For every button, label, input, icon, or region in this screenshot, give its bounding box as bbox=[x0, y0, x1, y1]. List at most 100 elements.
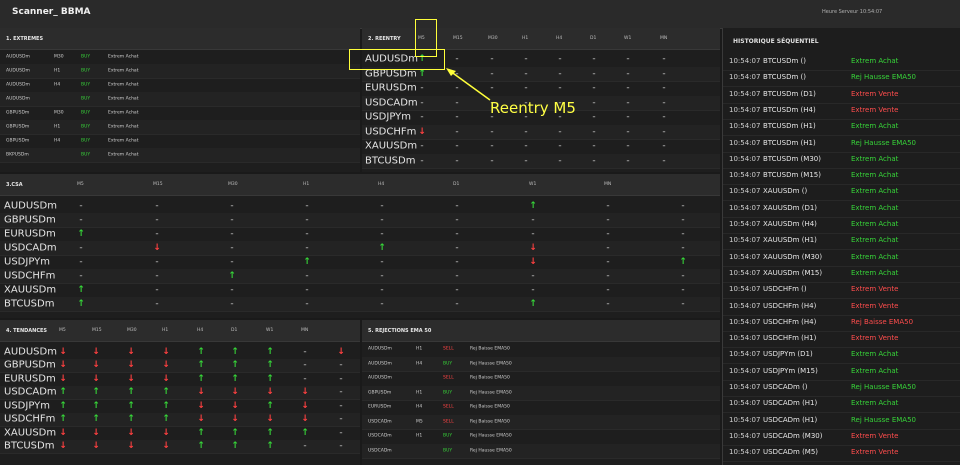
rejections-row[interactable]: GBPUSDm H1 BUY Rej Hausse EMA50 bbox=[362, 385, 720, 401]
dash-icon: - bbox=[420, 83, 424, 94]
tendances-row[interactable]: USDCADm ↑ ↑ ↑ ↑ ↓ ↓ ↓ ↓ - bbox=[0, 385, 360, 400]
tendances-row[interactable]: BTCUSDm ↓ ↓ ↓ ↓ ↑ ↑ ↑ - - bbox=[0, 439, 360, 454]
rejections-row[interactable]: AUDUSDm H4 BUY Rej Hausse EMA50 bbox=[362, 356, 720, 372]
extremes-row[interactable]: AUDUSDm H4 BUY Extrem Achat bbox=[0, 78, 360, 93]
column-header-h1: H1 bbox=[162, 328, 169, 333]
history-row[interactable]: 10:54:07 USDCADm () Rej Hausse EMA50 bbox=[723, 380, 960, 397]
history-symbol: BTCUSDm (M15) bbox=[763, 171, 821, 180]
extremes-direction: BUY bbox=[81, 82, 91, 88]
arrow-up-icon: ↑ bbox=[228, 271, 236, 281]
history-symbol: USDJPYm (M15) bbox=[763, 366, 818, 375]
csa-row[interactable]: USDCHFm - - ↑ - - - - - - bbox=[0, 269, 720, 284]
rejections-timeframe: H1 bbox=[416, 390, 423, 396]
history-row[interactable]: 10:54:07 XAUUSDm (M30) Extrem Achat bbox=[723, 250, 960, 267]
history-row[interactable]: 10:54:07 USDCADm (M5) Extrem Vente bbox=[723, 445, 960, 463]
history-row[interactable]: 10:54:07 XAUUSDm (H4) Extrem Achat bbox=[723, 217, 960, 234]
tendances-row[interactable]: EURUSDm ↓ ↓ ↓ ↓ ↑ ↑ ↑ - - bbox=[0, 372, 360, 387]
history-row[interactable]: 10:54:07 USDCHFm () Extrem Vente bbox=[723, 282, 960, 300]
arrow-up-icon: ↑ bbox=[197, 346, 205, 357]
dash-icon: - bbox=[339, 441, 343, 452]
tendances-row[interactable]: XAUUSDm ↓ ↓ ↓ ↓ ↑ ↑ ↑ ↑ - bbox=[0, 426, 360, 441]
history-row[interactable]: 10:54:07 BTCUSDm (H1) Rej Hausse EMA50 bbox=[723, 136, 960, 153]
dash-icon: - bbox=[155, 299, 159, 309]
dash-icon: - bbox=[606, 271, 610, 281]
extremes-row[interactable]: GBPUSDm H1 BUY Extrem Achat bbox=[0, 120, 360, 135]
tendances-row[interactable]: USDCHFm ↑ ↑ ↑ ↑ ↓ ↓ ↓ ↓ - bbox=[0, 412, 360, 427]
csa-row[interactable]: AUDUSDm - - - - - - ↑ - - bbox=[0, 199, 720, 214]
extremes-row[interactable]: AUDUSDm M30 BUY Extrem Achat bbox=[0, 50, 360, 65]
dash-icon: - bbox=[558, 68, 562, 79]
reentry-row[interactable]: BTCUSDm - - - - - - - - bbox=[362, 153, 720, 169]
arrow-down-icon: ↓ bbox=[127, 360, 135, 371]
tendances-symbol: EURUSDm bbox=[4, 373, 56, 385]
history-row[interactable]: 10:54:07 BTCUSDm (H4) Extrem Vente bbox=[723, 103, 960, 120]
rejections-timeframe: H4 bbox=[416, 404, 423, 410]
history-row[interactable]: 10:54:07 XAUUSDm (H1) Extrem Achat bbox=[723, 233, 960, 251]
history-symbol: USDJPYm (D1) bbox=[763, 350, 813, 359]
history-row[interactable]: 10:54:07 USDCADm (H1) Rej Hausse EMA50 bbox=[723, 413, 960, 430]
extremes-row[interactable]: AUDUSDm BUY Extrem Achat bbox=[0, 92, 360, 107]
csa-symbol: USDJPYm bbox=[4, 256, 50, 268]
extremes-row[interactable]: GBPUSDm H4 BUY Extrem Achat bbox=[0, 134, 360, 149]
tendances-row[interactable]: USDJPYm ↑ ↑ ↑ ↑ ↓ ↓ ↑ ↓ - bbox=[0, 399, 360, 414]
rejections-row[interactable]: USDCADm M5 SELL Rej Baisse EMA50 bbox=[362, 414, 720, 430]
csa-row[interactable]: XAUUSDm ↑ - - - - - - - - bbox=[0, 283, 720, 298]
extremes-row[interactable]: BKPUSDm BUY Extrem Achat bbox=[0, 148, 360, 163]
history-row[interactable]: 10:54:07 BTCUSDm (M30) Extrem Achat bbox=[723, 152, 960, 169]
tendances-symbol: USDCADm bbox=[4, 386, 57, 398]
dash-icon: - bbox=[79, 215, 83, 225]
csa-row[interactable]: GBPUSDm - - - - - - - - - bbox=[0, 213, 720, 228]
column-header-w1: W1 bbox=[529, 182, 537, 187]
rejections-row[interactable]: USDCADm H1 BUY Rej Hausse EMA50 bbox=[362, 429, 720, 445]
extremes-direction: BUY bbox=[81, 138, 91, 144]
arrow-down-icon: ↓ bbox=[92, 427, 100, 438]
history-row[interactable]: 10:54:07 BTCUSDm (M15) Extrem Achat bbox=[723, 168, 960, 186]
arrow-down-icon: ↓ bbox=[59, 427, 67, 438]
dash-icon: - bbox=[303, 373, 307, 384]
arrow-down-icon: ↓ bbox=[529, 243, 537, 253]
history-row[interactable]: 10:54:07 BTCUSDm () Rej Hausse EMA50 bbox=[723, 70, 960, 88]
rejections-row[interactable]: EURUSDm H4 SELL Rej Baisse EMA50 bbox=[362, 400, 720, 416]
rejections-row[interactable]: AUDUSDm H1 SELL Rej Baisse EMA50 bbox=[362, 342, 720, 358]
csa-row[interactable]: EURUSDm ↑ - - - - - - - - bbox=[0, 227, 720, 242]
rejections-row[interactable]: USDCADm BUY Rej Hausse EMA50 bbox=[362, 443, 720, 459]
arrow-up-icon: ↑ bbox=[77, 299, 85, 309]
history-row[interactable]: 10:54:07 USDCHFm (H4) Extrem Vente bbox=[723, 299, 960, 316]
dash-icon: - bbox=[155, 285, 159, 295]
history-row[interactable]: 10:54:07 XAUUSDm () Extrem Achat bbox=[723, 184, 960, 202]
history-row[interactable]: 10:54:07 BTCUSDm (H1) Extrem Achat bbox=[723, 119, 960, 137]
reentry-symbol: USDCHFm bbox=[365, 126, 417, 138]
reentry-row[interactable]: USDCHFm ↓ - - - - - - - bbox=[362, 124, 720, 140]
extremes-row[interactable]: AUDUSDm H1 BUY Extrem Achat bbox=[0, 64, 360, 79]
csa-row[interactable]: USDJPYm - - - ↑ - - ↓ - ↑ bbox=[0, 255, 720, 270]
history-row[interactable]: 10:54:07 BTCUSDm (D1) Extrem Vente bbox=[723, 87, 960, 104]
reentry-row[interactable]: XAUUSDm - - - - - - - - bbox=[362, 139, 720, 155]
reentry-row[interactable]: EURUSDm - - - - - - - - bbox=[362, 81, 720, 97]
history-row[interactable]: 10:54:07 USDCHFm (H1) Extrem Vente bbox=[723, 331, 960, 349]
rejections-row[interactable]: AUDUSDm SELL Rej Baisse EMA50 bbox=[362, 371, 720, 387]
history-time: 10:54:07 bbox=[729, 57, 761, 65]
history-row[interactable]: 10:54:07 USDJPYm (M15) Extrem Achat bbox=[723, 364, 960, 381]
history-row[interactable]: 10:54:07 XAUUSDm (D1) Extrem Achat bbox=[723, 201, 960, 218]
history-row[interactable]: 10:54:07 USDCADm (M30) Extrem Vente bbox=[723, 429, 960, 446]
csa-row[interactable]: BTCUSDm ↑ - - - - - ↑ - - bbox=[0, 297, 720, 312]
csa-row[interactable]: USDCADm - ↓ - - ↑ - ↓ - - bbox=[0, 241, 720, 256]
rejections-label: Rej Baisse EMA50 bbox=[470, 404, 510, 410]
extremes-direction: BUY bbox=[81, 152, 91, 158]
history-row[interactable]: 10:54:07 USDCADm (H1) Extrem Achat bbox=[723, 396, 960, 414]
history-symbol: BTCUSDm (H1) bbox=[763, 122, 816, 131]
history-title: HISTORIQUE SÉQUENTIEL bbox=[733, 38, 819, 45]
history-row[interactable]: 10:54:07 USDJPYm (D1) Extrem Achat bbox=[723, 347, 960, 365]
extremes-direction: BUY bbox=[81, 54, 91, 60]
dash-icon: - bbox=[524, 141, 528, 152]
dash-icon: - bbox=[455, 126, 459, 137]
arrow-up-icon: ↑ bbox=[231, 360, 239, 371]
history-row[interactable]: 10:54:07 BTCUSDm () Extrem Achat bbox=[723, 54, 960, 71]
tendances-row[interactable]: GBPUSDm ↓ ↓ ↓ ↓ ↑ ↑ ↑ - - bbox=[0, 358, 360, 373]
dash-icon: - bbox=[305, 215, 309, 225]
history-row[interactable]: 10:54:07 XAUUSDm (M15) Extrem Achat bbox=[723, 266, 960, 283]
extremes-row[interactable]: GBPUSDm M30 BUY Extrem Achat bbox=[0, 106, 360, 121]
history-row[interactable]: 10:54:07 USDCHFm (H4) Rej Baisse EMA50 bbox=[723, 315, 960, 332]
history-signal: Extrem Achat bbox=[851, 252, 899, 261]
tendances-row[interactable]: AUDUSDm ↓ ↓ ↓ ↓ ↑ ↑ ↑ - ↓ bbox=[0, 345, 360, 360]
